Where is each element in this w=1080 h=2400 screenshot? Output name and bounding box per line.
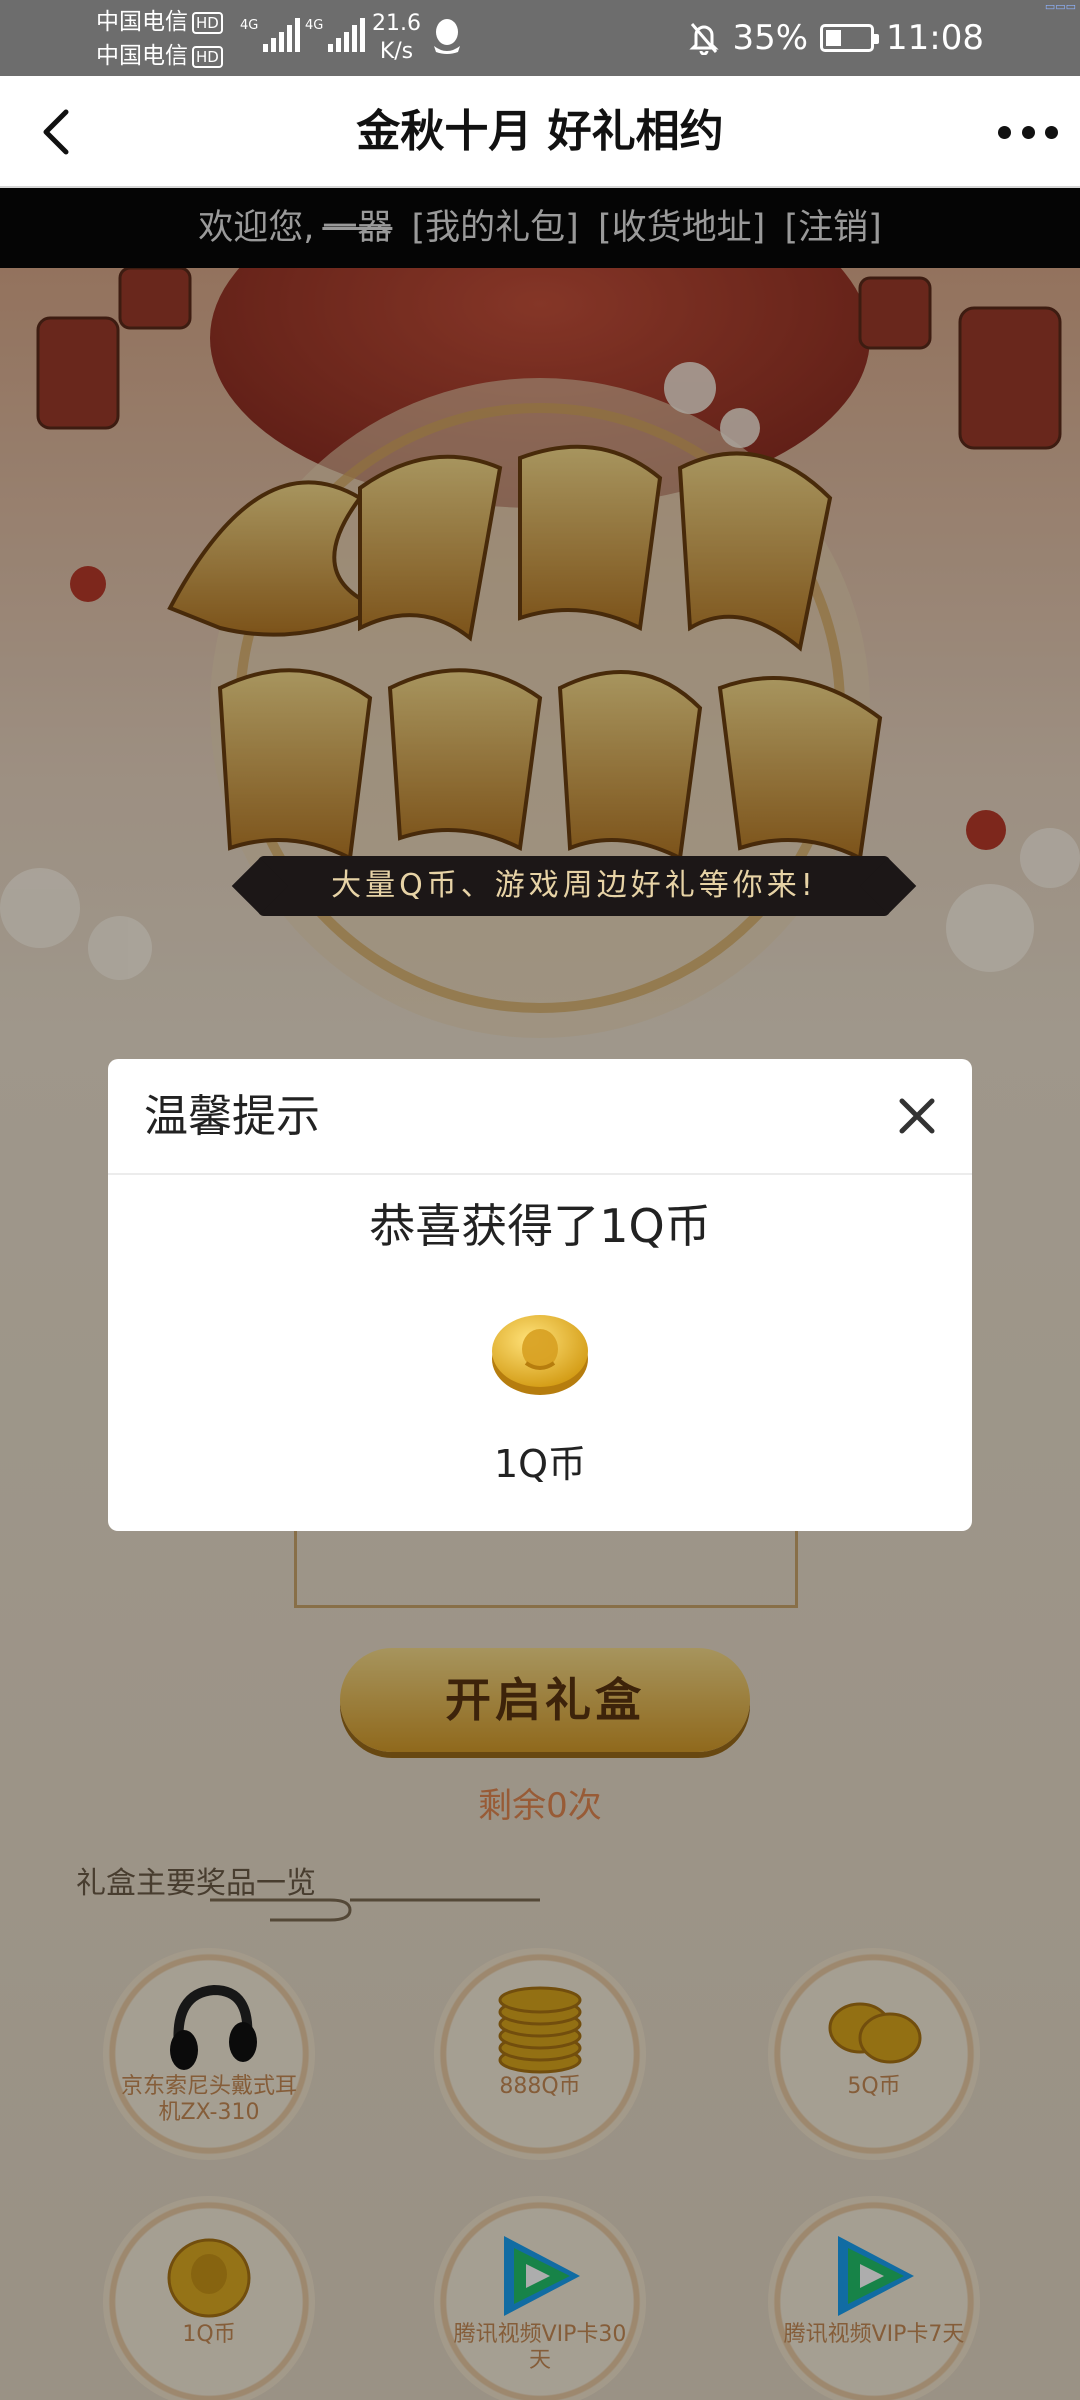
welcome-greeting: 欢迎您,	[198, 208, 315, 248]
mute-bell-icon	[689, 23, 720, 55]
close-icon[interactable]	[892, 1091, 942, 1141]
battery-percent: 35%	[732, 18, 809, 58]
status-right: 35% 11:08	[688, 18, 984, 58]
corner-badge: ▭▭▭	[1044, 0, 1076, 13]
more-options-button[interactable]	[998, 112, 1058, 152]
carrier-1-name: 中国电信	[96, 9, 188, 35]
address-link[interactable]: [收货地址]	[598, 208, 765, 248]
signal-icon-2: 4G	[305, 18, 366, 52]
dialog-header: 温馨提示	[108, 1059, 972, 1175]
carrier-2: 中国电信 HD	[96, 42, 223, 70]
dot-icon	[1045, 125, 1058, 139]
dot-icon	[998, 125, 1011, 139]
slogan-text: 大量Q币、游戏周边好礼等你来!	[331, 868, 817, 903]
network-type-1: 4G	[240, 18, 259, 33]
qq-icon	[434, 19, 460, 54]
welcome-bar: 欢迎您, 一器 [我的礼包] [收货地址] [注销]	[0, 188, 1080, 268]
username: 一器	[322, 208, 393, 248]
clock: 11:08	[886, 18, 984, 58]
dialog-message: 恭喜获得了1Q币	[369, 1199, 711, 1253]
reward-dialog: 温馨提示 恭喜获得了1Q币 1Q币	[108, 1059, 972, 1531]
speed-unit: K/s	[379, 39, 414, 64]
battery-level	[826, 30, 842, 46]
carrier-2-name: 中国电信	[96, 43, 188, 69]
dot-icon	[1021, 125, 1035, 139]
navigation-bar: 金秋十月 好礼相约	[0, 76, 1080, 188]
hd-badge-2: HD	[192, 45, 223, 68]
logout-link[interactable]: [注销]	[784, 208, 881, 248]
page-title: 金秋十月 好礼相约	[356, 106, 724, 157]
hd-badge: HD	[192, 11, 223, 34]
my-gifts-link[interactable]: [我的礼包]	[412, 208, 579, 248]
status-bar: 中国电信 HD 中国电信 HD 4G 4G 21.6 K/s 35% 11:08 ▭…	[0, 0, 1080, 76]
speed-value: 21.6	[372, 11, 421, 36]
dialog-title: 温馨提示	[144, 1091, 320, 1142]
prize-name: 1Q币	[493, 1442, 587, 1486]
network-type-2: 4G	[305, 18, 324, 33]
battery-icon	[820, 24, 880, 52]
signal-icon-1: 4G	[240, 18, 301, 52]
qcoin-icon	[492, 1315, 588, 1395]
carrier-1: 中国电信 HD	[96, 8, 223, 36]
network-speed: 21.6 K/s	[372, 10, 421, 66]
